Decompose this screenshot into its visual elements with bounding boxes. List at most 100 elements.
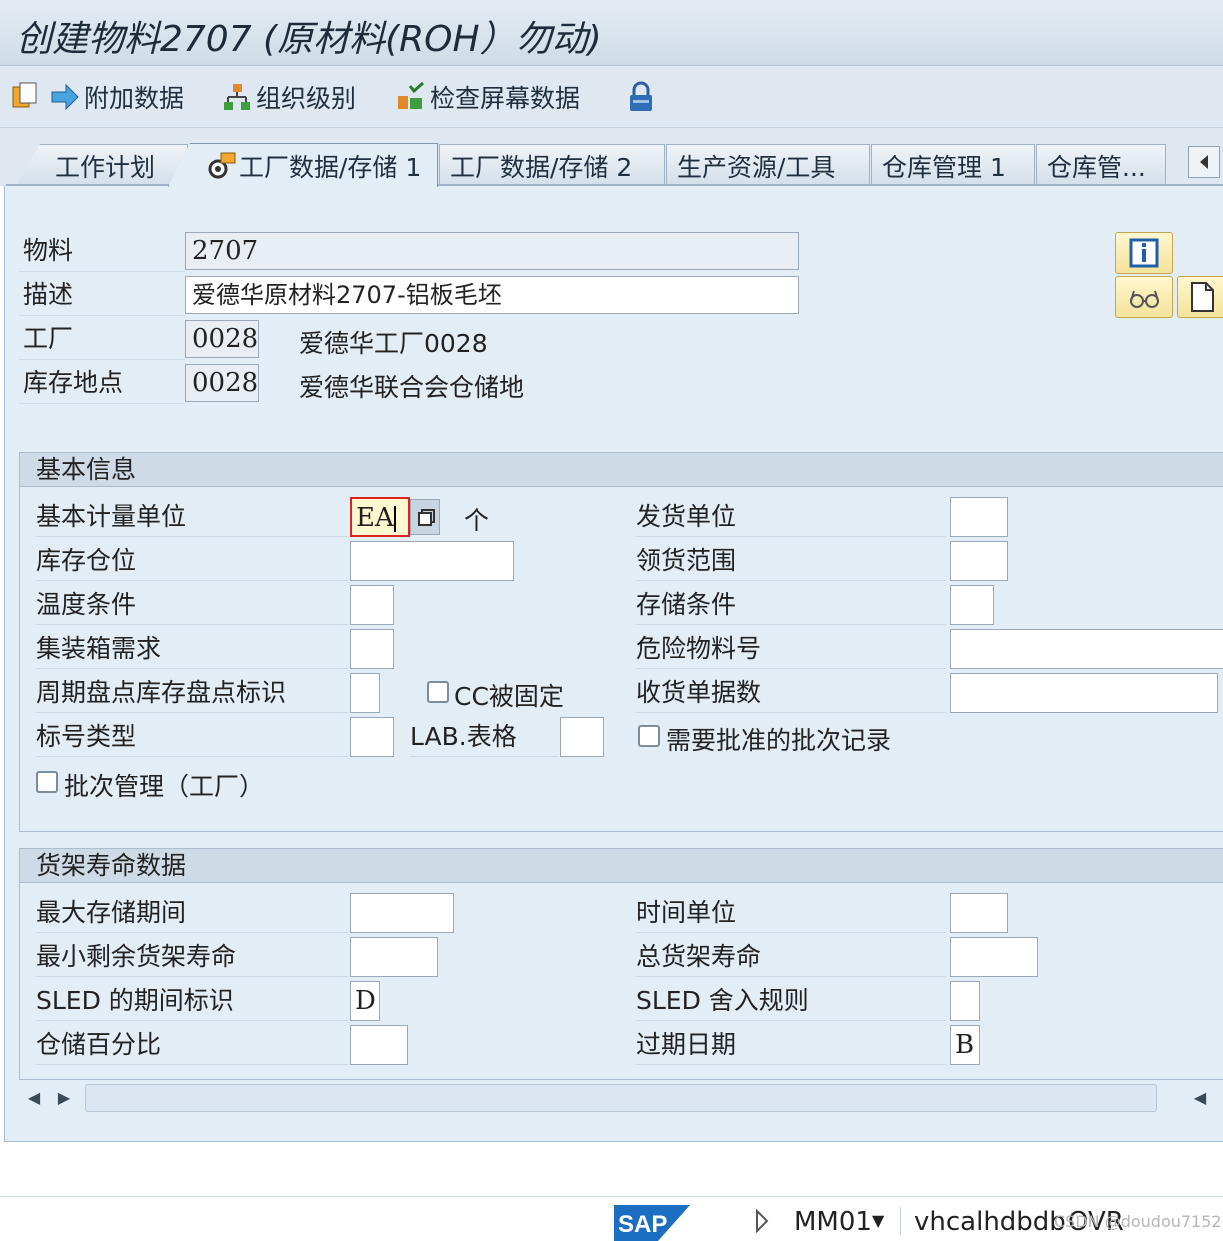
base-uom-label: 基本计量单位 xyxy=(36,497,348,537)
storage-conditions-field[interactable] xyxy=(950,585,994,625)
storage-bin-field[interactable] xyxy=(350,541,514,581)
base-uom-value: EA xyxy=(356,503,394,533)
info-button[interactable] xyxy=(1115,232,1173,274)
tab-warehouse-mgmt-1[interactable]: 仓库管理 1 xyxy=(871,144,1035,186)
total-shelf-life-field[interactable] xyxy=(950,937,1038,977)
approved-batch-checkbox[interactable] xyxy=(638,725,660,747)
sap-logo: SAP xyxy=(614,1205,690,1241)
plant-description: 爱德华工厂0028 xyxy=(299,329,488,358)
sled-period-label: SLED 的期间标识 xyxy=(36,981,348,1021)
label-form-label: LAB.表格 xyxy=(410,717,558,757)
status-divider xyxy=(900,1207,901,1235)
tab-label: 仓库管理 1 xyxy=(882,152,1006,182)
tab-label: 工厂数据/存储 2 xyxy=(450,152,633,182)
scroll-right-icon[interactable]: ▶ xyxy=(53,1086,75,1110)
tab-prt[interactable]: 生产资源/工具 xyxy=(666,144,870,186)
batch-mgmt-checkbox[interactable] xyxy=(36,771,58,793)
approved-batch-label: 需要批准的批次记录 xyxy=(666,726,892,755)
plant-label: 工厂 xyxy=(19,318,185,360)
storage-location-row: 库存地点 0028 爱德华联合会仓储地 xyxy=(19,362,799,404)
temp-conditions-field[interactable] xyxy=(350,585,394,625)
material-header: 物料 2707 描述 爱德华原材料2707-铝板毛坯 工厂 0028 爱德华工厂… xyxy=(19,230,1109,406)
scroll-track[interactable] xyxy=(85,1084,1157,1112)
storage-conditions-label: 存储条件 xyxy=(636,585,946,625)
svg-text:SAP: SAP xyxy=(618,1211,667,1238)
material-label: 物料 xyxy=(19,230,185,272)
window-title: 创建物料2707 (原材料(ROH）勿动) xyxy=(16,19,602,60)
label-form-field[interactable] xyxy=(560,717,604,757)
material-row: 物料 2707 xyxy=(19,230,799,272)
app-toolbar: 附加数据 组织级别 检查屏幕数据 xyxy=(0,66,1223,128)
basic-data-title: 基本信息 xyxy=(20,453,1223,487)
shelf-life-title: 货架寿命数据 xyxy=(20,849,1223,883)
hazardous-material-field[interactable] xyxy=(950,629,1223,669)
value-help-button[interactable] xyxy=(410,499,440,535)
time-unit-label: 时间单位 xyxy=(636,893,946,933)
description-row: 描述 爱德华原材料2707-铝板毛坯 xyxy=(19,274,799,316)
tab-plant-data-storage-2[interactable]: 工厂数据/存储 2 xyxy=(439,144,665,186)
picking-area-label: 领货范围 xyxy=(636,541,946,581)
material-field: 2707 xyxy=(185,232,799,270)
container-req-label: 集装箱需求 xyxy=(36,629,348,669)
expiration-date-label: 过期日期 xyxy=(636,1025,946,1065)
horizontal-scrollbar[interactable]: ◀ ▶ ◀ xyxy=(19,1082,1223,1114)
tab-label: 生产资源/工具 xyxy=(677,152,836,182)
tcode-dropdown-icon[interactable]: ▼ xyxy=(872,1211,884,1230)
basic-data-group: 基本信息 基本计量单位 EA 个 库存仓位 温度条件 集装箱需求 周期盘点库存盘… xyxy=(19,452,1223,832)
description-field[interactable]: 爱德华原材料2707-铝板毛坯 xyxy=(185,276,799,314)
scroll-left-icon[interactable]: ◀ xyxy=(23,1086,45,1110)
gr-slips-field[interactable] xyxy=(950,673,1218,713)
tab-work-plan[interactable]: 工作计划 xyxy=(16,144,188,186)
batch-mgmt-label: 批次管理（工厂） xyxy=(64,772,265,801)
server-name: vhcalhdbdb xyxy=(914,1207,1066,1237)
total-shelf-life-label: 总货架寿命 xyxy=(636,937,946,977)
display-button[interactable] xyxy=(1115,276,1173,318)
add-data-label: 附加数据 xyxy=(84,84,185,113)
tab-content: 物料 2707 描述 爱德华原材料2707-铝板毛坯 工厂 0028 爱德华工厂… xyxy=(4,186,1223,1142)
time-unit-field[interactable] xyxy=(950,893,1008,933)
expiration-date-field[interactable]: B xyxy=(950,1025,980,1065)
picking-area-field[interactable] xyxy=(950,541,1008,581)
add-data-button[interactable]: 附加数据 xyxy=(50,80,184,114)
tab-label: 工厂数据/存储 1 xyxy=(239,152,422,182)
sled-rounding-field[interactable] xyxy=(950,981,980,1021)
triangle-left-icon xyxy=(1200,155,1208,169)
document-icon xyxy=(1191,282,1214,312)
max-storage-field[interactable] xyxy=(350,893,454,933)
label-type-field[interactable] xyxy=(350,717,394,757)
storage-location-description: 爱德华联合会仓储地 xyxy=(299,373,525,402)
tab-plant-data-storage-1[interactable]: 工厂数据/存储 1 xyxy=(168,143,438,187)
scroll-end-left-icon[interactable]: ◀ xyxy=(1189,1086,1211,1110)
sled-period-field[interactable]: D xyxy=(350,981,380,1021)
issue-unit-field[interactable] xyxy=(950,497,1008,537)
tab-strip: 工作计划 工厂数据/存储 1 工厂数据/存储 2 生产资源/工具 仓库管理 1 … xyxy=(0,128,1223,187)
org-levels-button[interactable]: 组织级别 xyxy=(222,80,356,114)
lock-icon[interactable] xyxy=(626,80,656,114)
cc-fixed-checkbox[interactable] xyxy=(427,681,449,703)
status-expand-icon[interactable] xyxy=(754,1208,770,1240)
temp-conditions-label: 温度条件 xyxy=(36,585,348,625)
new-document-button[interactable] xyxy=(1177,276,1223,318)
check-screen-data-label: 检查屏幕数据 xyxy=(430,84,581,113)
storage-percentage-field[interactable] xyxy=(350,1025,408,1065)
min-shelf-life-field[interactable] xyxy=(350,937,438,977)
copy-icon[interactable] xyxy=(10,80,42,114)
tab-list-button[interactable] xyxy=(1188,146,1220,178)
plant-field: 0028 xyxy=(185,320,259,358)
tab-label: 工作计划 xyxy=(55,152,156,182)
storage-percentage-label: 仓储百分比 xyxy=(36,1025,348,1065)
tab-label: 仓库管... xyxy=(1047,152,1146,182)
base-uom-field[interactable]: EA xyxy=(350,497,410,537)
plant-storage-icon xyxy=(207,151,237,181)
status-bar: SAP MM01 ▼ vhcalhdbdb OVR xyxy=(0,1196,1223,1241)
tab-warehouse-mgmt-more[interactable]: 仓库管... xyxy=(1036,144,1166,186)
cycle-count-label: 周期盘点库存盘点标识 xyxy=(36,673,348,713)
description-label: 描述 xyxy=(19,274,185,316)
container-req-field[interactable] xyxy=(350,629,394,669)
cycle-count-field[interactable] xyxy=(350,673,380,713)
watermark: CSDN @doudou7152 xyxy=(1054,1212,1222,1231)
text-cursor xyxy=(393,506,396,532)
value-help-icon xyxy=(418,509,435,526)
check-screen-data-button[interactable]: 检查屏幕数据 xyxy=(396,80,580,114)
base-uom-text: 个 xyxy=(464,506,490,535)
